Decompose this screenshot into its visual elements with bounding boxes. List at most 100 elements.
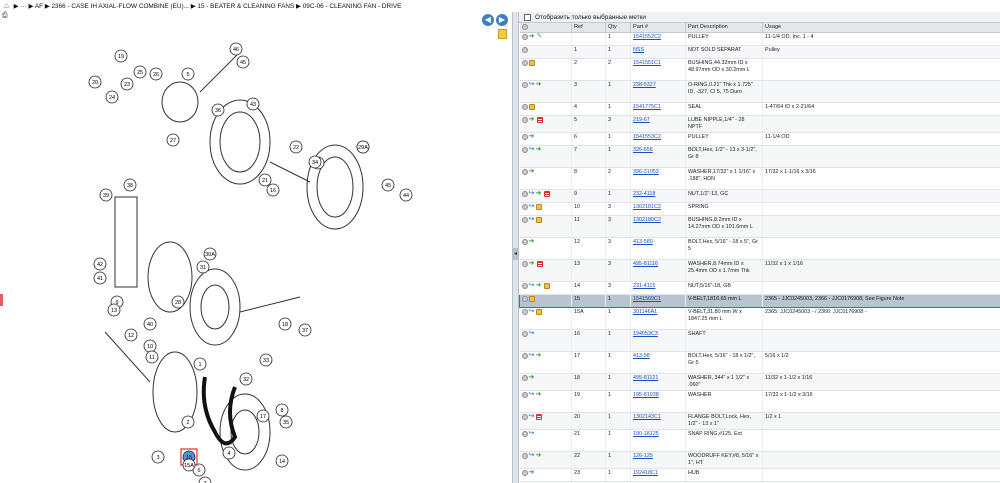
add-to-cart-arrow-icon[interactable]: ➜	[529, 116, 536, 123]
table-row[interactable]: ➜ 23 1 192418C1 HUB	[519, 468, 1000, 482]
add-to-cart-arrow-icon[interactable]: ➜	[529, 33, 536, 40]
table-row[interactable]: ➜ 6 1 1541553C2 PULLEY 11-1/4 OD	[519, 132, 1000, 146]
table-row[interactable]: ➜ 12 3 413-580 BOLT,Hex, 5/16" - 18 x 5", Gr…	[519, 237, 1000, 260]
notes-list-icon[interactable]	[543, 190, 550, 197]
replacement-icon[interactable]: ↪	[529, 352, 535, 359]
breadcrumb-item-section[interactable]: 15 - BEATER & CLEANING FANS	[197, 3, 294, 10]
callout-4[interactable]: 4	[222, 446, 236, 460]
replacement-icon[interactable]: ↪	[529, 216, 535, 223]
add-to-cart-arrow-icon[interactable]: ➜	[529, 469, 536, 476]
table-row[interactable]: ↪➜ 7 1 326-656 BOLT,Hex, 1/2" - 13 x 3-1/2",…	[519, 145, 1000, 168]
callout-12[interactable]: 12	[124, 328, 138, 342]
callout-35[interactable]: 35	[279, 415, 293, 429]
callout-11[interactable]: 11	[145, 350, 159, 364]
add-to-cart-arrow-icon[interactable]: ➜	[529, 238, 536, 245]
row-part-link[interactable]: 231-4115	[633, 283, 655, 289]
replacement-icon[interactable]: ↪	[529, 146, 535, 153]
table-row[interactable]: ↪➜ 9 1 232-4118 NUT,1/2"-13, GC	[519, 189, 1000, 203]
info-icon[interactable]	[521, 260, 528, 267]
row-part-link[interactable]: 301146A1	[633, 309, 657, 315]
header-ref[interactable]: Ref	[571, 23, 606, 33]
info-icon[interactable]	[521, 238, 528, 245]
add-to-cart-arrow-icon[interactable]: ➜	[529, 260, 536, 267]
package-icon[interactable]	[535, 308, 542, 315]
replacement-icon[interactable]: ↪	[529, 282, 535, 289]
callout-13[interactable]: 13	[107, 303, 121, 317]
add-to-cart-arrow-icon[interactable]: ➜	[536, 352, 543, 359]
callout-21[interactable]: 21	[258, 173, 272, 187]
info-icon[interactable]	[521, 203, 528, 210]
callout-3[interactable]: 3	[151, 450, 165, 464]
callout-29A[interactable]: 29A	[356, 140, 370, 154]
replacement-icon[interactable]: ↪	[529, 308, 535, 315]
package-icon[interactable]	[528, 59, 535, 66]
row-part-link[interactable]: 1541569C1	[633, 296, 661, 302]
callout-26[interactable]: 26	[149, 67, 163, 81]
info-icon[interactable]	[521, 282, 528, 289]
callout-10[interactable]: 10	[143, 339, 157, 353]
info-icon[interactable]	[521, 352, 528, 359]
row-part-link[interactable]: 238-5327	[633, 82, 656, 88]
info-icon[interactable]	[521, 469, 528, 476]
row-part-link[interactable]: 1302143C1	[633, 414, 661, 420]
callout-19[interactable]: 19	[114, 49, 128, 63]
info-icon[interactable]	[521, 59, 528, 66]
package-icon[interactable]	[543, 282, 550, 289]
table-row[interactable]: 1 1 NSS NOT SOLD SEPARAT Pulley	[519, 45, 1000, 59]
add-to-cart-arrow-icon[interactable]: ➜	[536, 146, 543, 153]
add-to-cart-arrow-icon[interactable]: ➜	[529, 168, 536, 175]
row-part-link[interactable]: 194053C3	[633, 331, 658, 337]
table-row[interactable]: ↪ 10 3 1302181C2 SPRING	[519, 202, 1000, 216]
info-icon[interactable]	[521, 190, 528, 197]
callout-37[interactable]: 37	[298, 323, 312, 337]
callout-30A[interactable]: 30A	[203, 247, 217, 261]
collapse-arrow-icon[interactable]: ◂	[513, 248, 518, 260]
table-row[interactable]: ➜ 8 2 396-31053 WASHER,17/32" x 1 1/16" x .1…	[519, 167, 1000, 190]
add-to-cart-arrow-icon[interactable]: ➜	[536, 282, 543, 289]
callout-46[interactable]: 46	[229, 42, 243, 56]
table-row[interactable]: ↪ 15A 1 301146A1 V-BELT,31.80 mm W x 1847.25…	[519, 307, 1000, 330]
info-icon[interactable]	[521, 133, 528, 140]
replacement-icon[interactable]: ↪	[529, 190, 535, 197]
callout-24[interactable]: 24	[105, 90, 119, 104]
callout-45[interactable]: 45	[236, 55, 250, 69]
callout-18[interactable]: 18	[278, 317, 292, 331]
info-icon[interactable]	[521, 46, 528, 53]
notes-list-icon[interactable]	[535, 413, 542, 420]
callout-31[interactable]: 31	[196, 260, 210, 274]
info-icon[interactable]	[521, 146, 528, 153]
row-part-link[interactable]: 126-125	[633, 453, 653, 459]
row-part-link[interactable]: 1541551C1	[633, 60, 661, 66]
row-part-link[interactable]: 1302181C2	[633, 204, 661, 210]
row-part-link[interactable]: 232-4118	[633, 191, 655, 197]
add-to-cart-arrow-icon[interactable]: ➜	[529, 374, 536, 381]
header-usage[interactable]: Usage	[762, 23, 1000, 33]
callout-42[interactable]: 42	[93, 257, 107, 271]
breadcrumb-item-af[interactable]: AF	[35, 3, 43, 10]
add-to-cart-arrow-icon[interactable]: ➜	[536, 190, 543, 197]
callout-23[interactable]: 23	[120, 77, 134, 91]
parts-diagram[interactable]: ⎙ ◀ ▶ 1920252624546452343273622293021341…	[0, 12, 512, 483]
replacement-icon[interactable]: ↪	[529, 430, 535, 437]
callout-5[interactable]: 5	[181, 67, 195, 81]
row-part-link[interactable]: 495-81121	[633, 375, 658, 381]
callout-44[interactable]: 44	[399, 188, 413, 202]
row-part-link[interactable]: 1541552C2	[633, 34, 661, 40]
callout-1[interactable]: 1	[193, 357, 207, 371]
row-part-link[interactable]: 1302180C2	[633, 217, 661, 223]
info-icon[interactable]	[521, 116, 528, 123]
info-icon[interactable]	[521, 374, 528, 381]
callout-16[interactable]: 16	[266, 183, 280, 197]
package-icon[interactable]	[535, 203, 542, 210]
table-row[interactable]: 4 1 1541775C1 SEAL 1-47/64 ID x 2-21/64	[519, 102, 1000, 116]
replacement-icon[interactable]: ↪	[529, 452, 535, 459]
callout-41[interactable]: 41	[93, 271, 107, 285]
table-row[interactable]: ↪➜ 3 1 238-5327 O-RING,0.21" Thk x 1.725" ID…	[519, 80, 1000, 103]
callout-20[interactable]: 20	[88, 75, 102, 89]
callout-22[interactable]: 22	[289, 140, 303, 154]
notes-list-icon[interactable]	[536, 260, 543, 267]
table-row[interactable]: ➜ 13 3 495-81116 WASHER,8.74mm ID x 25.4mm O…	[519, 259, 1000, 282]
table-row[interactable]: ↪ 21 1 190-18125 SNAP RING,#125, Ext	[519, 429, 1000, 452]
row-part-link[interactable]: 495-81116	[633, 261, 658, 267]
header-qty[interactable]: Qty	[605, 23, 631, 33]
